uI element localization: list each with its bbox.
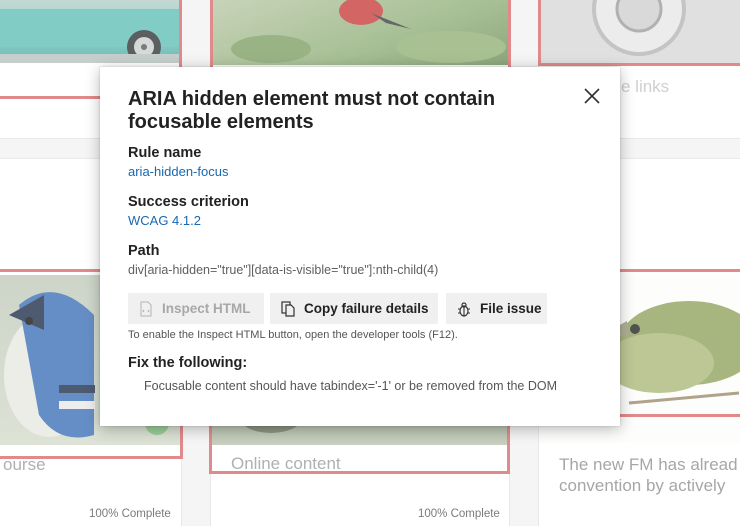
dialog-title: ARIA hidden element must not contain foc…	[128, 88, 496, 133]
rule-name-link[interactable]: aria-hidden-focus	[128, 164, 228, 179]
inspect-html-hint: To enable the Inspect HTML button, open …	[128, 329, 458, 341]
close-icon	[584, 88, 600, 104]
rule-name-label: Rule name	[128, 145, 202, 161]
inspect-html-label: Inspect HTML	[162, 301, 251, 316]
path-value: div[aria-hidden="true"][data-is-visible=…	[128, 263, 439, 277]
inspect-html-icon	[138, 301, 154, 317]
path-label: Path	[128, 243, 160, 259]
success-criterion-link[interactable]: WCAG 4.1.2	[128, 213, 201, 228]
file-issue-button[interactable]: File issue	[446, 293, 547, 324]
fix-heading: Fix the following:	[128, 355, 248, 371]
inspect-html-button[interactable]: Inspect HTML	[128, 293, 264, 324]
copy-failure-details-button[interactable]: Copy failure details	[270, 293, 438, 324]
file-issue-label: File issue	[480, 301, 542, 316]
close-button[interactable]	[580, 84, 604, 108]
failure-details-dialog: ARIA hidden element must not contain foc…	[100, 67, 620, 426]
fix-description: Focusable content should have tabindex='…	[144, 379, 557, 393]
bug-icon	[456, 301, 472, 317]
success-criterion-label: Success criterion	[128, 194, 249, 210]
copy-failure-details-label: Copy failure details	[304, 301, 429, 316]
copy-icon	[280, 300, 296, 317]
